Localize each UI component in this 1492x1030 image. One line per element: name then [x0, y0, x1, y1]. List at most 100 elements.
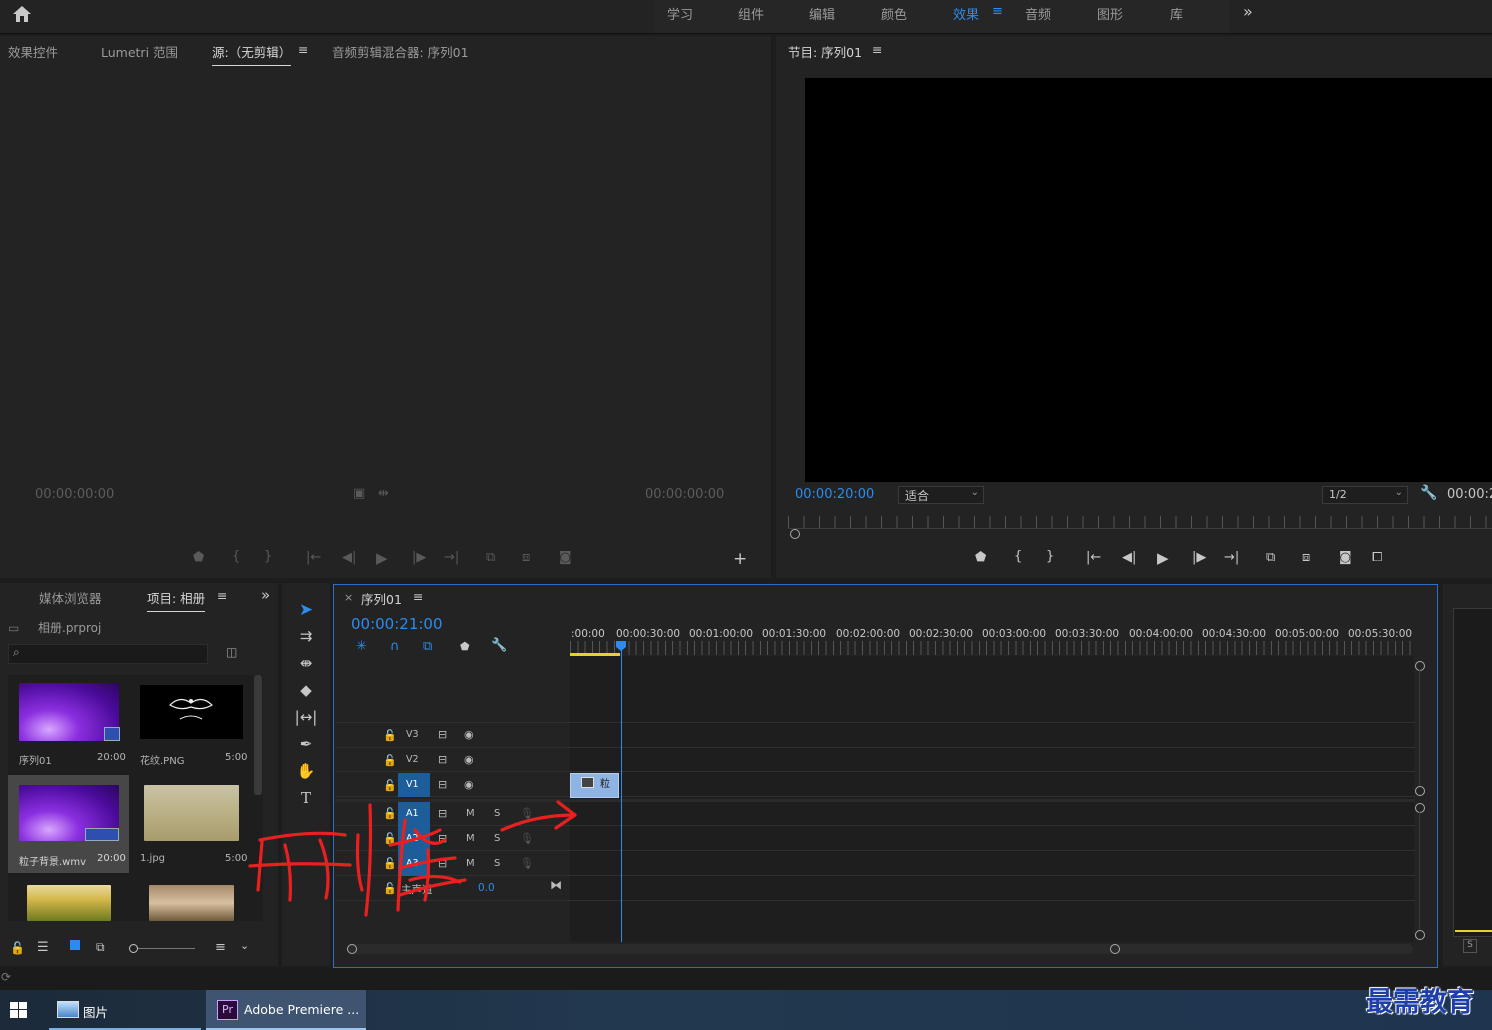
workspace-tab-assembly[interactable]: 组件 — [738, 4, 764, 23]
step-back-icon[interactable]: ◀| — [342, 550, 356, 565]
timeline-title[interactable]: 序列01 — [361, 589, 402, 608]
go-to-in-icon[interactable]: |← — [306, 550, 321, 565]
step-forward-icon[interactable]: |▶ — [1192, 550, 1206, 565]
program-viewer[interactable] — [805, 78, 1492, 482]
ripple-edit-tool-icon[interactable]: ⇼ — [294, 654, 318, 676]
mark-out-icon[interactable]: } — [264, 549, 272, 564]
tab-source[interactable]: 源:（无剪辑） — [212, 42, 292, 66]
project-item-particles[interactable]: 粒子背景.wmv 20:00 — [8, 775, 129, 873]
slip-tool-icon[interactable]: |↔| — [294, 708, 318, 730]
insert-icon[interactable]: ⧉ — [486, 550, 495, 565]
program-menu-icon[interactable]: ≡ — [872, 42, 882, 57]
selection-tool-icon[interactable]: ➤ — [294, 600, 318, 622]
play-icon[interactable]: ▶ — [1157, 549, 1169, 567]
overwrite-icon[interactable]: ⧈ — [522, 550, 530, 565]
freeform-view-icon[interactable]: ⧉ — [96, 940, 105, 955]
program-timecode[interactable]: 00:00:20:00 — [795, 487, 874, 502]
scroll-handle-right[interactable] — [1110, 944, 1120, 954]
workspace-tab-learn[interactable]: 学习 — [667, 4, 693, 23]
background-task-icon[interactable]: ⟳ — [1, 970, 11, 984]
vertical-scroll-knob[interactable] — [1415, 803, 1425, 813]
timeline-settings-icon[interactable]: 🔧 — [491, 638, 507, 653]
lock-icon[interactable]: 🔓 — [383, 754, 397, 767]
vertical-scroll-knob[interactable] — [1415, 930, 1425, 940]
workspace-more-icon[interactable]: » — [1243, 2, 1253, 21]
new-bin-search-icon[interactable]: ◫ — [226, 645, 237, 659]
step-back-icon[interactable]: ◀| — [1122, 550, 1136, 565]
icon-view-icon[interactable] — [70, 940, 80, 950]
more-panels-icon[interactable]: » — [261, 586, 270, 604]
timeline-horizontal-scrollbar[interactable] — [347, 944, 1413, 954]
eye-icon[interactable]: ◉ — [464, 753, 474, 766]
vertical-scroll-knob[interactable] — [1415, 661, 1425, 671]
sync-lock-icon[interactable]: ⊟ — [438, 753, 447, 766]
zoom-slider-handle[interactable] — [129, 944, 138, 953]
taskbar-item-photos[interactable]: 图片 — [49, 990, 201, 1030]
lift-icon[interactable]: ⧉ — [1266, 550, 1275, 565]
track-label-v3[interactable]: V3 — [406, 729, 419, 740]
sort-icon[interactable]: ≡ — [215, 940, 226, 955]
timeline-menu-icon[interactable]: ≡ — [413, 589, 423, 604]
play-icon[interactable]: ▶ — [376, 549, 388, 567]
workspace-tab-graphics[interactable]: 图形 — [1097, 4, 1123, 23]
solo-button[interactable]: S — [1463, 939, 1477, 953]
windows-start-icon[interactable] — [10, 1002, 27, 1021]
tab-lumetri-scopes[interactable]: Lumetri 范围 — [101, 42, 178, 61]
add-marker-icon[interactable]: ⬟ — [460, 640, 470, 653]
taskbar-item-premiere[interactable]: Pr Adobe Premiere ... — [206, 990, 366, 1030]
workspace-tab-editing[interactable]: 编辑 — [809, 4, 835, 23]
tab-media-browser[interactable]: 媒体浏览器 — [39, 588, 102, 607]
zoom-slider[interactable] — [129, 948, 195, 949]
track-select-tool-icon[interactable]: ⇉ — [294, 627, 318, 649]
project-item-photo-2[interactable] — [8, 875, 129, 921]
workspace-tab-libraries[interactable]: 库 — [1170, 4, 1183, 23]
chevron-down-icon[interactable]: ⌄ — [240, 939, 249, 952]
program-panel-title[interactable]: 节目: 序列01 — [788, 42, 862, 61]
workspace-menu-icon[interactable]: ≡ — [992, 4, 1003, 19]
resolution-select[interactable]: 1/2 ⌄ — [1322, 486, 1408, 504]
project-item-photo-3[interactable] — [130, 875, 251, 921]
tab-project[interactable]: 项目: 相册 — [147, 588, 206, 612]
step-forward-icon[interactable]: |▶ — [412, 550, 426, 565]
program-mini-ruler[interactable] — [788, 516, 1492, 528]
lock-icon[interactable]: 🔓 — [10, 941, 25, 955]
vertical-scroll-knob[interactable] — [1415, 786, 1425, 796]
nest-icon[interactable]: ✳ — [356, 639, 367, 654]
scroll-handle-left[interactable] — [347, 944, 357, 954]
project-item-sequence[interactable]: 序列01 20:00 — [8, 675, 129, 771]
snap-magnet-icon[interactable]: ∩ — [390, 639, 400, 654]
go-to-out-icon[interactable]: →| — [1224, 550, 1239, 565]
fit-icon[interactable]: ▣ — [353, 486, 365, 501]
track-label-v1[interactable]: V1 — [406, 779, 419, 790]
close-icon[interactable]: × — [344, 591, 353, 604]
panel-menu-icon[interactable]: ≡ — [217, 588, 227, 603]
mark-in-icon[interactable]: { — [232, 549, 240, 564]
track-label-v2[interactable]: V2 — [406, 754, 419, 765]
playhead-handle[interactable] — [790, 529, 800, 539]
settings-wrench-icon[interactable]: 🔧 — [1420, 485, 1437, 501]
workspace-tab-color[interactable]: 颜色 — [881, 4, 907, 23]
playhead-line[interactable] — [621, 645, 622, 942]
time-ruler[interactable] — [570, 641, 1416, 655]
pen-tool-icon[interactable]: ✒ — [294, 735, 318, 757]
linked-selection-icon[interactable]: ⧉ — [423, 639, 432, 654]
go-to-out-icon[interactable]: →| — [444, 550, 459, 565]
razor-tool-icon[interactable]: ◆ — [294, 681, 318, 703]
add-marker-icon[interactable]: ⬟ — [975, 550, 986, 565]
button-editor-icon[interactable]: + — [733, 549, 747, 569]
drag-video-icon[interactable]: ⇹ — [378, 486, 389, 501]
home-icon[interactable] — [12, 5, 32, 26]
extract-icon[interactable]: ⧈ — [1302, 550, 1310, 565]
workspace-tab-effects[interactable]: 效果 — [953, 4, 979, 23]
go-to-in-icon[interactable]: |← — [1086, 550, 1101, 565]
project-scrollbar[interactable] — [254, 675, 262, 795]
comparison-view-icon[interactable]: ⧠ — [1372, 550, 1382, 565]
lock-icon[interactable]: 🔓 — [383, 729, 397, 742]
mark-out-icon[interactable]: } — [1046, 549, 1054, 564]
timeline-timecode[interactable]: 00:00:21:00 — [351, 615, 443, 633]
add-marker-icon[interactable]: ⬟ — [193, 550, 204, 565]
project-item-ornament[interactable]: 花纹.PNG 5:00 — [130, 675, 251, 771]
tab-audio-clip-mixer[interactable]: 音频剪辑混合器: 序列01 — [332, 42, 469, 61]
source-timecode-in[interactable]: 00:00:00:00 — [35, 487, 114, 502]
eye-icon[interactable]: ◉ — [464, 728, 474, 741]
